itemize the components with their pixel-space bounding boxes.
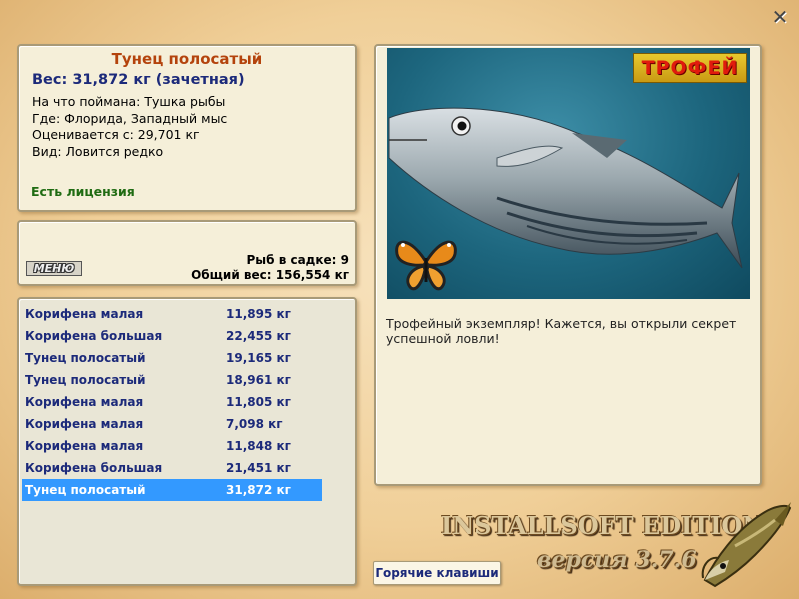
logo-version: версия 3.7.6 (537, 547, 697, 573)
catch-weight: 18,961 кг (226, 373, 291, 387)
kind-line: Вид: Ловится редко (32, 143, 164, 159)
hotkeys-button[interactable]: Горячие клавиши (373, 561, 501, 585)
fish-weight: Вес: 31,872 кг (зачетная) (32, 72, 245, 88)
pike-logo-icon (701, 502, 792, 588)
catch-weight: 22,455 кг (226, 329, 291, 343)
catch-weight: 19,165 кг (226, 351, 291, 365)
catch-list: Корифена малая 11,895 кг Корифена больша… (17, 297, 357, 586)
catch-name: Корифена малая (25, 439, 144, 453)
catch-weight: 21,451 кг (226, 461, 291, 475)
trophy-panel: ТРОФЕЙ Трофейный экземпляр! Кажется, вы … (374, 44, 762, 486)
fish-name: Тунец полосатый (111, 50, 263, 68)
catch-name: Тунец полосатый (25, 483, 146, 497)
catch-weight: 7,098 кг (226, 417, 283, 431)
catch-weight: 11,848 кг (226, 439, 291, 453)
butterfly-icon (395, 240, 457, 291)
catch-name: Корифена большая (25, 461, 163, 475)
catch-weight: 11,895 кг (226, 307, 291, 321)
catch-name: Корифена малая (25, 417, 144, 431)
menu-button[interactable]: МЕНЮ (26, 261, 82, 276)
list-item[interactable]: Корифена малая 11,805 кг (22, 391, 322, 413)
trophy-badge: ТРОФЕЙ (633, 53, 747, 83)
catch-name: Корифена малая (25, 307, 144, 321)
list-item[interactable]: Корифена малая 7,098 кг (22, 413, 322, 435)
fish-info-panel: Тунец полосатый Вес: 31,872 кг (зачетная… (17, 44, 357, 212)
catch-name: Корифена малая (25, 395, 144, 409)
license-status: Есть лицензия (31, 184, 135, 199)
list-item[interactable]: Корифена малая 11,848 кг (22, 435, 322, 457)
list-item-selected[interactable]: Тунец полосатый 31,872 кг (22, 479, 322, 501)
total-weight: Общий вес: 156,554 кг (191, 268, 349, 282)
list-item[interactable]: Корифена малая 11,895 кг (22, 303, 322, 325)
keepnet-panel: МЕНЮ Рыб в садке: 9 Общий вес: 156,554 к… (17, 220, 357, 286)
catch-weight: 11,805 кг (226, 395, 291, 409)
location-line: Где: Флорида, Западный мыс (32, 110, 228, 126)
close-icon[interactable]: ✕ (771, 7, 789, 27)
fish-count: Рыб в садке: 9 (246, 253, 350, 267)
fish-photo: ТРОФЕЙ (387, 48, 750, 299)
catch-name: Тунец полосатый (25, 373, 146, 387)
catch-weight: 31,872 кг (226, 483, 291, 497)
bait-line: На что поймана: Тушка рыбы (32, 94, 226, 109)
list-item[interactable]: Тунец полосатый 18,961 кг (22, 369, 322, 391)
catch-name: Тунец полосатый (25, 351, 146, 365)
trophy-description: Трофейный экземпляр! Кажется, вы открыли… (386, 316, 737, 346)
valued-line: Оценивается с: 29,701 кг (32, 127, 200, 142)
list-item[interactable]: Корифена большая 22,455 кг (22, 325, 322, 347)
list-item[interactable]: Корифена большая 21,451 кг (22, 457, 322, 479)
keepnet-stats: Рыб в садке: 9 Общий вес: 156,554 кг (191, 253, 349, 283)
list-item[interactable]: Тунец полосатый 19,165 кг (22, 347, 322, 369)
catch-name: Корифена большая (25, 329, 163, 343)
